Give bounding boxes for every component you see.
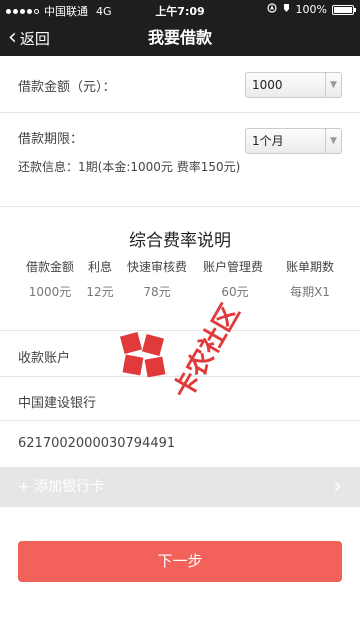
card-number: 6217002000030794491 [18,436,176,451]
account-label-row: 收款账户 [0,331,360,377]
fee-section-title: 综合费率说明 [129,231,231,251]
loan-term-value: 1个月 [252,134,284,148]
add-card-label: + 添加银行卡 [18,479,105,495]
loan-amount-row: 借款金额（元）： 1000 ▼ [0,56,360,113]
nav-bar: ‹ 返回 我要借款 [0,20,360,56]
loan-term-label: 借款期限： [18,132,84,147]
alarm-icon [282,3,291,16]
page-title: 我要借款 [147,28,212,47]
battery-percent: 100% [295,3,327,16]
chevron-down-icon: ▼ [325,129,341,153]
divider [0,206,360,207]
chevron-right-icon: › [333,474,342,499]
fee-value: 78元 [143,285,171,299]
battery-icon [332,4,356,15]
status-right: 100% [266,3,356,16]
location-icon [266,3,277,16]
fee-value: 60元 [221,285,249,299]
loan-form: 借款金额（元）： 1000 ▼ 借款期限： 1个月 ▼ 还款信息：1期(本金:1… [0,56,360,640]
fee-header: 账单期数 [285,260,334,274]
next-step-button[interactable]: 下一步 [18,541,342,582]
loan-amount-value: 1000 [252,78,283,92]
chevron-down-icon: ▼ [325,73,341,97]
loan-amount-label: 借款金额（元）： [18,80,116,95]
fee-header: 账户管理费 [202,260,263,274]
account-label: 收款账户 [18,351,71,366]
fee-header: 快速审核费 [126,260,187,274]
status-bar: 中国联通 4G 上午7:09 100% [0,0,360,20]
loan-amount-select[interactable]: 1000 ▼ [245,72,342,98]
card-number-row: 6217002000030794491 [0,421,360,467]
fee-value: 每期X1 [290,285,330,299]
bank-row[interactable]: 中国建设银行 [0,377,360,421]
repayment-info: 还款信息：1期(本金:1000元 费率150元) [18,160,241,174]
bank-name: 中国建设银行 [18,396,97,411]
loan-term-select[interactable]: 1个月 ▼ [245,128,342,154]
loan-term-row: 借款期限： 1个月 ▼ 还款信息：1期(本金:1000元 费率150元) [0,113,360,198]
add-bank-card-button[interactable]: + 添加银行卡 › [0,467,360,507]
